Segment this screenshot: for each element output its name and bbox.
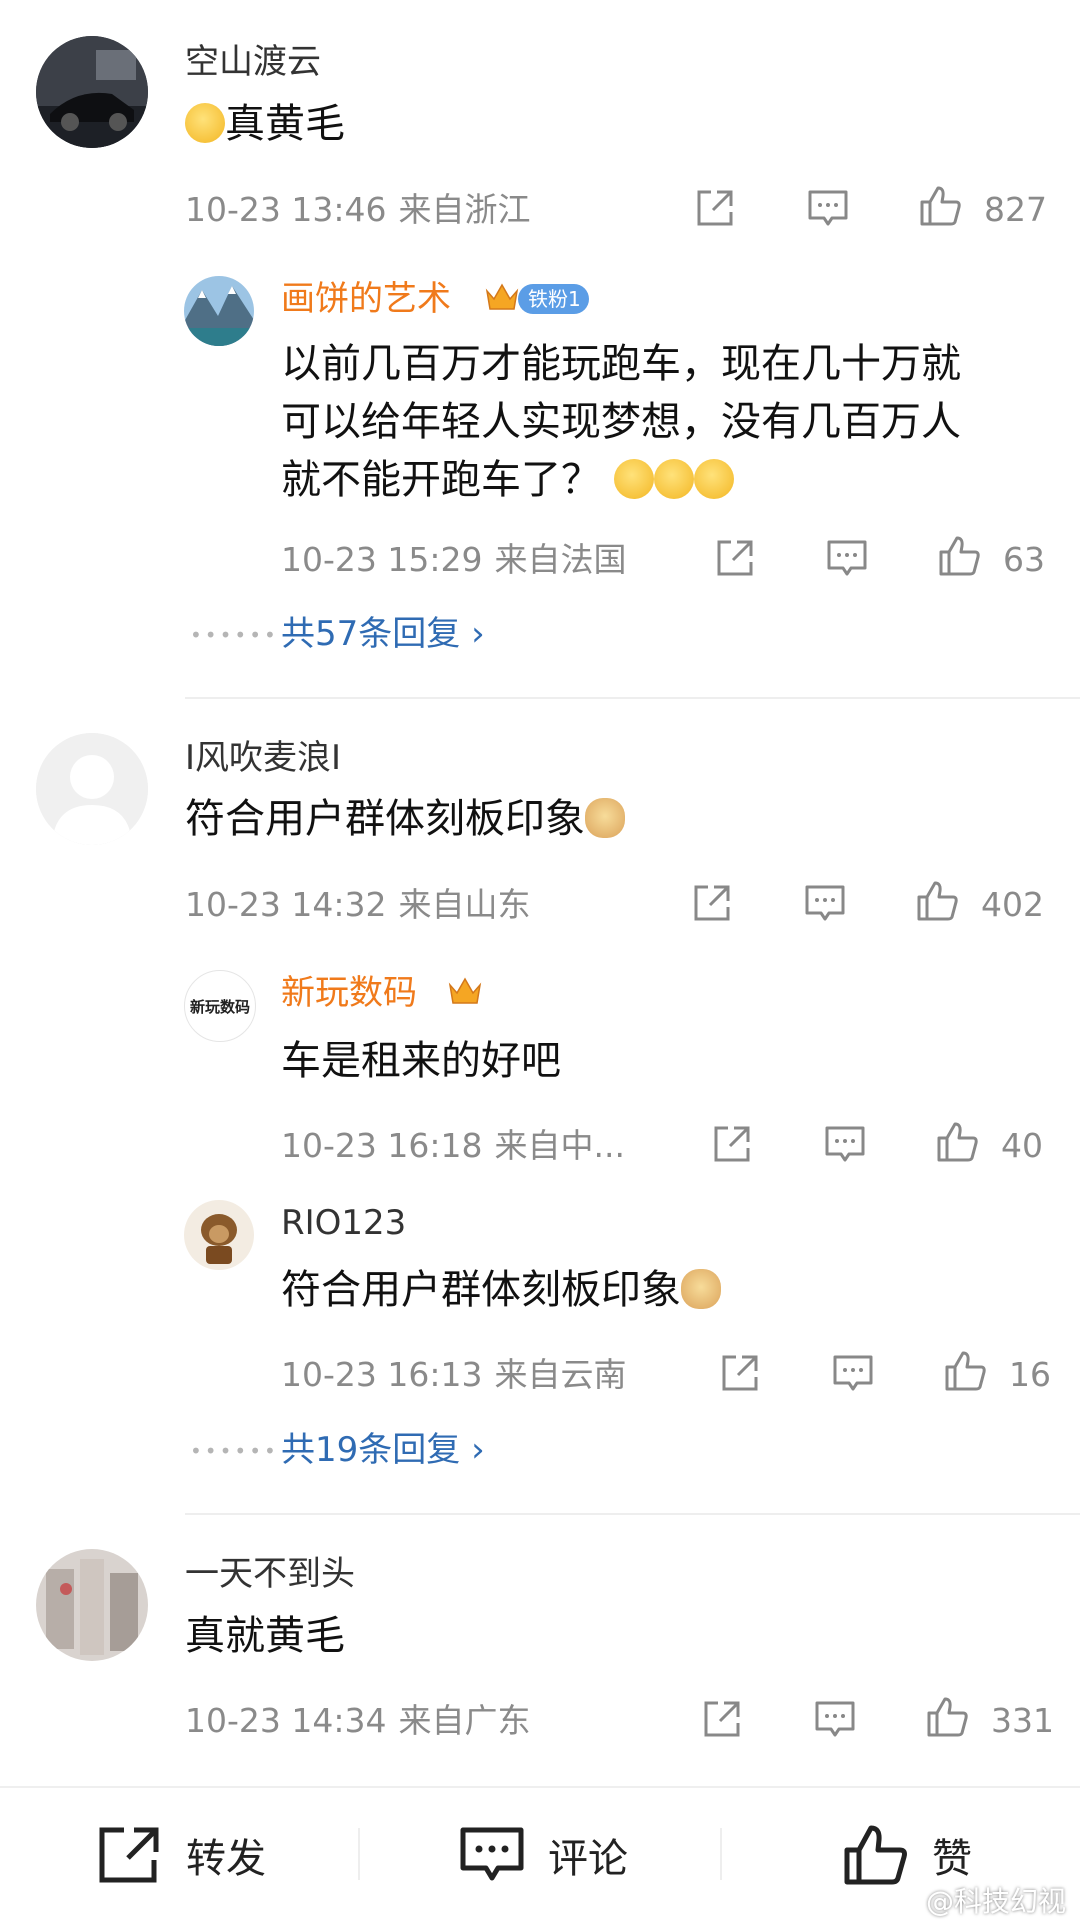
repost-icon[interactable] [710,1122,754,1166]
like-icon[interactable] [925,1695,969,1739]
commenter-name[interactable]: 一天不到头 [185,1554,355,1594]
like-count: 16 [1009,1355,1051,1394]
like-count: 331 [991,1701,1054,1740]
comment-location: 来自浙江 [398,190,531,229]
avatar[interactable] [184,276,254,346]
commenter-name[interactable]: 画饼的艺术 [281,279,451,319]
hearts-emoji-icon [693,459,734,499]
comment-icon[interactable] [806,186,850,230]
commenter-name[interactable]: I风吹麦浪I [185,738,341,778]
comment-text: 真黄毛 [185,95,345,153]
avatar[interactable]: 新玩数码 [184,970,256,1042]
divider [185,1513,1080,1515]
divider [720,1828,722,1880]
comment-icon[interactable] [823,1122,867,1166]
bottom-action-bar: 转发 评论 赞 [0,1786,1080,1921]
comment-time: 10-23 14:34 [185,1701,387,1740]
hearts-emoji-icon [613,459,654,499]
fan-badge: 铁粉1 [518,284,589,314]
comment-label: 评论 [548,1835,628,1882]
like-icon [844,1825,907,1884]
avatar[interactable] [184,1200,254,1270]
comment-icon[interactable] [825,536,869,580]
reply-text: 以前几百万才能玩跑车，现在几十万就 [281,341,961,387]
like-icon[interactable] [935,1120,979,1164]
reply-location: 来自中... [494,1126,625,1165]
avatar[interactable] [36,733,148,845]
divider [358,1828,360,1880]
reply-text: 就不能开跑车了？ [281,451,734,509]
repost-icon[interactable] [700,1697,744,1741]
like-count: 40 [1001,1126,1043,1165]
doge-emoji-icon [681,1269,721,1309]
dots-icon: •••••• [190,1439,279,1463]
reply-time: 10-23 16:18 [281,1126,483,1165]
reply-meta: 10-23 15:29 来自法国 [281,540,626,580]
laughing-emoji-icon [185,103,225,143]
reply-time: 10-23 15:29 [281,540,483,579]
repost-icon [99,1827,159,1882]
like-count: 402 [981,885,1044,924]
crown-icon [448,977,482,1004]
reply-time: 10-23 16:13 [281,1355,483,1394]
comment-text: 真就黄毛 [185,1613,345,1659]
repost-label: 转发 [186,1835,266,1882]
hearts-emoji-icon [653,459,694,499]
more-replies-link[interactable]: 共19条回复 › [281,1430,485,1470]
repost-icon[interactable] [690,881,734,925]
reply-text: 车是租来的好吧 [281,1038,561,1084]
reply-text: 符合用户群体刻板印象 [281,1261,721,1319]
comment-meta: 10-23 14:34 来自广东 [185,1701,530,1741]
avatar-logo-text: 新玩数码 [189,997,250,1016]
avatar[interactable] [36,1549,148,1661]
repost-icon[interactable] [718,1351,762,1395]
repost-button[interactable]: 转发 [96,1788,266,1921]
doge-emoji-icon [585,798,625,838]
reply-location: 来自云南 [494,1355,627,1394]
comment-meta: 10-23 14:32 来自山东 [185,885,530,925]
like-icon[interactable] [937,534,981,578]
comment-icon[interactable] [803,881,847,925]
reply-location: 来自法国 [494,540,627,579]
more-replies-link[interactable]: 共57条回复 › [281,614,485,654]
commenter-name[interactable]: 空山渡云 [185,42,321,82]
like-icon[interactable] [943,1349,987,1393]
reply-meta: 10-23 16:18 来自中... [281,1126,625,1166]
crown-icon [485,283,519,310]
comment-icon [460,1827,524,1880]
comment-time: 10-23 13:46 [185,190,387,229]
like-count: 827 [984,190,1047,229]
like-count: 63 [1003,540,1045,579]
dots-icon: •••••• [190,623,279,647]
avatar[interactable] [36,36,148,148]
comment-icon[interactable] [813,1697,857,1741]
divider [185,697,1080,699]
like-icon[interactable] [918,184,962,228]
commenter-name[interactable]: RIO123 [281,1203,406,1243]
watermark: @科技幻视 [925,1885,1066,1918]
comment-time: 10-23 14:32 [185,885,387,924]
reply-meta: 10-23 16:13 来自云南 [281,1355,626,1395]
comment-meta: 10-23 13:46 来自浙江 [185,190,530,230]
comment-location: 来自广东 [398,1701,531,1740]
commenter-name[interactable]: 新玩数码 [281,973,417,1013]
like-icon[interactable] [915,879,959,923]
repost-icon[interactable] [713,536,757,580]
comment-location: 来自山东 [398,885,531,924]
comment-icon[interactable] [831,1351,875,1395]
repost-icon[interactable] [693,186,737,230]
comment-text: 符合用户群体刻板印象 [185,790,625,848]
like-label: 赞 [932,1835,972,1882]
reply-text: 可以给年轻人实现梦想，没有几百万人 [281,399,961,445]
comment-button[interactable]: 评论 [458,1788,628,1921]
